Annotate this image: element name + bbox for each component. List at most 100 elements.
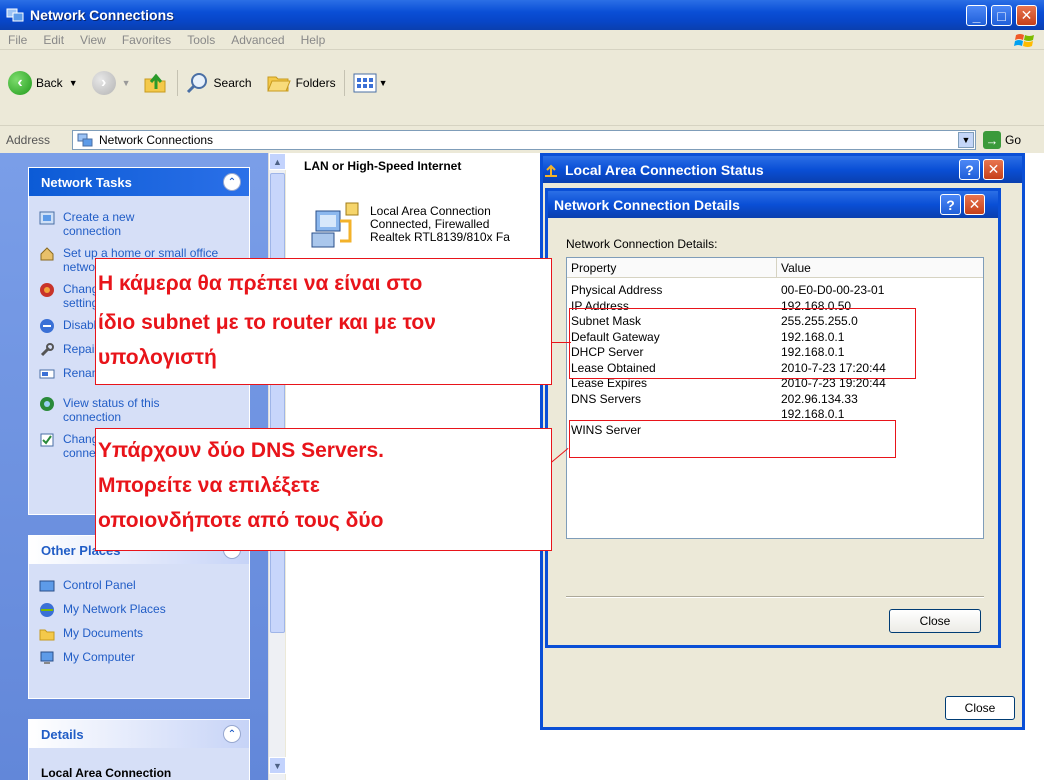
subnet-callout: Η κάμερα θα πρέπει να είναι στο ίδιο sub… <box>95 258 552 385</box>
back-arrow-icon: ‹ <box>8 71 32 95</box>
network-places-icon <box>40 603 54 617</box>
lan-connection-icon <box>311 202 359 248</box>
place-my-computer[interactable]: My Computer <box>29 646 249 670</box>
toolbar: ‹ Back ▼ › ▼ Search Folders ▼ <box>0 51 1044 126</box>
back-button[interactable]: ‹ Back ▼ <box>8 71 78 95</box>
address-bar: Address Network Connections ▼ → Go <box>0 127 1044 153</box>
repair-wrench-icon <box>40 343 54 357</box>
collapse-chevron-icon[interactable]: ⌃ <box>223 173 241 191</box>
column-property[interactable]: Property <box>567 258 777 277</box>
network-connections-icon <box>77 133 93 147</box>
new-connection-icon <box>39 211 55 225</box>
address-value: Network Connections <box>99 133 214 147</box>
details-subtitle: Local Area Connection <box>41 766 172 780</box>
place-control-panel[interactable]: Control Panel <box>29 574 249 598</box>
toolbar-separator <box>176 70 178 96</box>
task-create-connection[interactable]: Create a new connection <box>29 206 249 242</box>
forward-arrow-icon: › <box>91 71 116 95</box>
menu-view[interactable]: View <box>72 33 114 47</box>
search-button[interactable]: Search <box>186 71 252 95</box>
help-button[interactable]: ? <box>940 194 961 215</box>
window-title-bar[interactable]: Network Connections _ □ ✕ <box>0 0 1044 30</box>
scroll-up-icon[interactable]: ▲ <box>269 153 286 170</box>
table-row[interactable]: Physical Address 00-E0-D0-00-23-01 <box>567 283 983 299</box>
up-folder-button[interactable] <box>143 71 169 95</box>
view-status-icon <box>40 397 54 411</box>
forward-button[interactable]: › ▼ <box>91 71 131 95</box>
dns-callout-line: οποιονδήποτε από τους δύο <box>98 509 384 532</box>
table-row[interactable]: DNS Servers 202.96.134.33 <box>567 392 983 408</box>
subnet-callout-line: υπολογιστή <box>98 346 217 369</box>
subnet-highlight-box <box>569 308 916 379</box>
menu-file[interactable]: File <box>0 33 35 47</box>
column-value[interactable]: Value <box>777 258 983 277</box>
details-dialog-title-bar[interactable]: Network Connection Details ? ✕ <box>548 191 998 218</box>
close-button[interactable]: ✕ <box>983 159 1004 180</box>
back-dropdown-icon[interactable]: ▼ <box>69 78 78 88</box>
windows-logo-icon <box>1014 34 1034 47</box>
status-dialog-title-bar[interactable]: Local Area Connection Status ? ✕ <box>543 156 1022 183</box>
network-tasks-header[interactable]: Network Tasks ⌃ <box>29 168 249 196</box>
change-settings-icon <box>40 433 54 447</box>
scroll-down-icon[interactable]: ▼ <box>269 757 286 774</box>
close-button[interactable]: ✕ <box>1016 5 1037 26</box>
folders-button[interactable]: Folders <box>266 71 336 95</box>
scroll-thumb[interactable] <box>270 173 285 633</box>
rename-icon <box>39 369 55 379</box>
menu-tools[interactable]: Tools <box>179 33 223 47</box>
details-panel: Details ⌃ Local Area Connection <box>28 719 250 780</box>
details-label: Network Connection Details: <box>566 237 718 251</box>
address-input[interactable]: Network Connections <box>72 130 976 150</box>
network-connections-icon <box>6 8 24 22</box>
subnet-callout-line: Η κάμερα θα πρέπει να είναι στο <box>98 272 423 295</box>
dns-callout-line: Μπορείτε να επιλέξετε <box>98 474 320 497</box>
place-my-documents[interactable]: My Documents <box>29 622 249 646</box>
menu-help[interactable]: Help <box>293 33 334 47</box>
views-icon <box>353 73 377 93</box>
menu-edit[interactable]: Edit <box>35 33 72 47</box>
listview-header: Property Value <box>567 258 983 278</box>
status-close-button[interactable]: Close <box>945 696 1015 720</box>
address-label: Address <box>6 133 51 147</box>
menu-favorites[interactable]: Favorites <box>114 33 179 47</box>
help-button[interactable]: ? <box>959 159 980 180</box>
control-panel-icon <box>39 580 55 592</box>
disable-device-icon <box>40 319 54 333</box>
task-view-status[interactable]: View status of this connection <box>29 386 249 428</box>
dns-callout: Υπάρχουν δύο DNS Servers. Μπορείτε να επ… <box>95 428 552 551</box>
go-arrow-icon: → <box>983 131 1001 149</box>
folders-icon <box>266 76 291 92</box>
lan-status-icon <box>545 164 557 177</box>
network-details-dialog: Network Connection Details ? ✕ Network C… <box>545 188 1001 648</box>
window-title: Network Connections <box>30 7 174 23</box>
dialog-separator <box>566 596 984 598</box>
menu-bar: File Edit View Favorites Tools Advanced … <box>0 30 1044 50</box>
group-header: LAN or High-Speed Internet <box>304 159 462 173</box>
collapse-chevron-icon[interactable]: ⌃ <box>223 725 241 743</box>
my-documents-icon <box>39 629 55 641</box>
forward-dropdown-icon[interactable]: ▼ <box>122 78 131 88</box>
menu-advanced[interactable]: Advanced <box>223 33 292 47</box>
close-button[interactable]: ✕ <box>964 194 985 215</box>
up-folder-icon <box>144 73 166 93</box>
place-my-network-places[interactable]: My Network Places <box>29 598 249 622</box>
maximize-button[interactable]: □ <box>991 5 1012 26</box>
my-computer-icon <box>40 651 54 664</box>
address-dropdown-icon[interactable]: ▼ <box>958 132 974 148</box>
subnet-callout-connector <box>551 342 571 343</box>
subnet-callout-line: ίδιο subnet με το router και με τον <box>98 311 436 334</box>
connection-adapter: Realtek RTL8139/810x Fa <box>370 230 510 244</box>
details-close-button[interactable]: Close <box>889 609 981 633</box>
details-header[interactable]: Details ⌃ <box>29 720 249 748</box>
views-dropdown-icon[interactable]: ▼ <box>379 78 388 88</box>
search-icon <box>186 73 207 94</box>
dns-highlight-box <box>569 420 896 458</box>
firewall-icon <box>40 283 54 297</box>
go-button[interactable]: → Go <box>983 131 1021 149</box>
details-listview[interactable]: Property Value Physical Address 00-E0-D0-… <box>566 257 984 539</box>
dns-callout-line: Υπάρχουν δύο DNS Servers. <box>98 439 384 462</box>
other-places-panel: Other Places ⌃ Control Panel My Network … <box>28 535 250 699</box>
views-button[interactable]: ▼ <box>353 73 388 93</box>
local-area-connection-item[interactable]: Local Area Connection Connected, Firewal… <box>310 201 510 253</box>
minimize-button[interactable]: _ <box>966 5 987 26</box>
